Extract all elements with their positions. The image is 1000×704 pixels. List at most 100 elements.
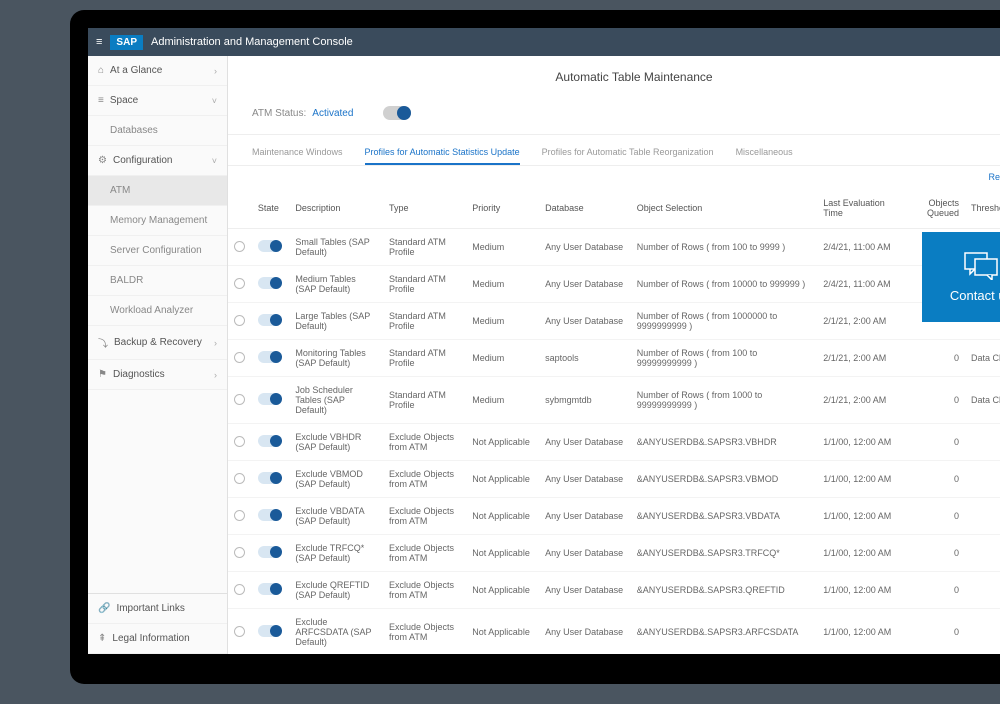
table-wrapper[interactable]: StateDescriptionTypePriorityDatabaseObje… (228, 188, 1000, 654)
tab-maintenance-windows[interactable]: Maintenance Windows (252, 141, 343, 165)
sidebar-footer: 🔗Important Links⇞Legal Information (88, 593, 227, 654)
sidebar-item-label: Diagnostics (113, 369, 165, 380)
sidebar-item-at-a-glance[interactable]: ⌂At a Glance› (88, 56, 227, 86)
chat-icon (964, 252, 998, 280)
cell-threshold (965, 498, 1000, 535)
table-row[interactable]: Monitoring Tables (SAP Default)Standard … (228, 340, 1000, 377)
col-header[interactable]: Last Evaluation Time (817, 188, 907, 229)
table-row[interactable]: Exclude VBMOD (SAP Default)Exclude Objec… (228, 461, 1000, 498)
cell-last_eval: 1/1/00, 12:00 AM (817, 609, 907, 655)
tab-miscellaneous[interactable]: Miscellaneous (736, 141, 793, 165)
table-row[interactable]: Exclude QREFTID (SAP Default)Exclude Obj… (228, 572, 1000, 609)
cell-type: Exclude Objects from ATM (383, 572, 466, 609)
content-area: ⌂At a Glance›≡Space˅Databases⚙Configurat… (88, 56, 1000, 654)
contact-us-panel[interactable]: Contact us (922, 232, 1000, 322)
contact-us-label: Contact us (950, 288, 1000, 303)
cell-database: Any User Database (539, 572, 631, 609)
row-radio[interactable] (234, 241, 245, 252)
row-state-toggle[interactable] (258, 277, 282, 289)
row-radio[interactable] (234, 547, 245, 558)
cell-type: Exclude Objects from ATM (383, 461, 466, 498)
tab-profiles-for-automatic-statistics-update[interactable]: Profiles for Automatic Statistics Update (365, 141, 520, 165)
col-header[interactable] (228, 188, 252, 229)
col-header[interactable]: Threshold Type (965, 188, 1000, 229)
tab-profiles-for-automatic-table-reorganization[interactable]: Profiles for Automatic Table Reorganizat… (542, 141, 714, 165)
atm-status-toggle[interactable] (383, 106, 411, 120)
sidebar-item-diagnostics[interactable]: ⚑Diagnostics› (88, 360, 227, 390)
table-row[interactable]: Exclude TRFCQ* (SAP Default)Exclude Obje… (228, 535, 1000, 572)
sidebar-item-configuration[interactable]: ⚙Configuration˅ (88, 146, 227, 176)
row-radio[interactable] (234, 473, 245, 484)
row-state-toggle[interactable] (258, 393, 282, 405)
sidebar-item-space[interactable]: ≡Space˅ (88, 86, 227, 116)
cell-description: Exclude VBHDR (SAP Default) (289, 424, 383, 461)
hamburger-icon[interactable]: ≡ (96, 36, 102, 48)
cell-type: Standard ATM Profile (383, 340, 466, 377)
sidebar-item-label: Memory Management (110, 215, 207, 226)
table-row[interactable]: Exclude ARFCSDATA (SAP Default)Exclude O… (228, 609, 1000, 655)
cell-object_selection: &ANYUSERDB&.SAPSR3.ARFCSDATA (631, 609, 818, 655)
cell-last_eval: 1/1/00, 12:00 AM (817, 535, 907, 572)
row-radio[interactable] (234, 584, 245, 595)
row-radio[interactable] (234, 278, 245, 289)
row-state-toggle[interactable] (258, 240, 282, 252)
table-row[interactable]: Job Scheduler Tables (SAP Default)Standa… (228, 377, 1000, 424)
sidebar-item-workload-analyzer[interactable]: Workload Analyzer (88, 296, 227, 326)
sidebar-footer-important-links[interactable]: 🔗Important Links (88, 594, 227, 624)
row-state-toggle[interactable] (258, 435, 282, 447)
sidebar-footer-legal-information[interactable]: ⇞Legal Information (88, 624, 227, 654)
table-row[interactable]: Exclude VBDATA (SAP Default)Exclude Obje… (228, 498, 1000, 535)
table-row[interactable]: Small Tables (SAP Default)Standard ATM P… (228, 229, 1000, 266)
table-row[interactable]: Large Tables (SAP Default)Standard ATM P… (228, 303, 1000, 340)
row-state-toggle[interactable] (258, 472, 282, 484)
row-radio[interactable] (234, 436, 245, 447)
row-state-toggle[interactable] (258, 625, 282, 637)
cell-database: Any User Database (539, 535, 631, 572)
col-header[interactable]: Type (383, 188, 466, 229)
row-state-toggle[interactable] (258, 509, 282, 521)
row-radio[interactable] (234, 626, 245, 637)
cell-database: Any User Database (539, 229, 631, 266)
cell-type: Standard ATM Profile (383, 377, 466, 424)
chevron-icon: › (214, 66, 217, 76)
row-state-toggle[interactable] (258, 314, 282, 326)
sidebar-item-databases[interactable]: Databases (88, 116, 227, 146)
row-radio[interactable] (234, 510, 245, 521)
col-header[interactable]: Priority (466, 188, 539, 229)
col-header[interactable]: Database (539, 188, 631, 229)
cell-type: Exclude Objects from ATM (383, 609, 466, 655)
row-radio[interactable] (234, 315, 245, 326)
col-header[interactable]: Objects Queued (907, 188, 965, 229)
cell-type: Standard ATM Profile (383, 229, 466, 266)
col-header[interactable]: Description (289, 188, 383, 229)
col-header[interactable]: Object Selection (631, 188, 818, 229)
cell-object_selection: &ANYUSERDB&.SAPSR3.QREFTID (631, 572, 818, 609)
sidebar-item-label: Backup & Recovery (114, 337, 202, 348)
sidebar-item-server-configuration[interactable]: Server Configuration (88, 236, 227, 266)
cell-last_eval: 1/1/00, 12:00 AM (817, 498, 907, 535)
table-row[interactable]: Medium Tables (SAP Default)Standard ATM … (228, 266, 1000, 303)
row-state-toggle[interactable] (258, 546, 282, 558)
col-header[interactable]: State (252, 188, 289, 229)
sidebar-item-backup-recovery[interactable]: ⤵Backup & Recovery› (88, 326, 227, 360)
row-radio[interactable] (234, 394, 245, 405)
cell-queued: 0 (907, 498, 965, 535)
sidebar: ⌂At a Glance›≡Space˅Databases⚙Configurat… (88, 56, 228, 654)
cell-queued: 0 (907, 340, 965, 377)
cell-queued: 0 (907, 609, 965, 655)
refresh-button[interactable]: Refresh (988, 172, 1000, 182)
cell-object_selection: &ANYUSERDB&.SAPSR3.VBDATA (631, 498, 818, 535)
sidebar-item-label: Space (110, 95, 138, 106)
cell-database: Any User Database (539, 424, 631, 461)
sidebar-item-atm[interactable]: ATM (88, 176, 227, 206)
row-state-toggle[interactable] (258, 583, 282, 595)
cell-threshold: Data Change (965, 340, 1000, 377)
cell-priority: Medium (466, 377, 539, 424)
row-state-toggle[interactable] (258, 351, 282, 363)
sidebar-item-memory-management[interactable]: Memory Management (88, 206, 227, 236)
chevron-icon: › (214, 370, 217, 380)
row-radio[interactable] (234, 352, 245, 363)
sidebar-item-baldr[interactable]: BALDR (88, 266, 227, 296)
table-row[interactable]: Exclude VBHDR (SAP Default)Exclude Objec… (228, 424, 1000, 461)
cell-priority: Medium (466, 303, 539, 340)
